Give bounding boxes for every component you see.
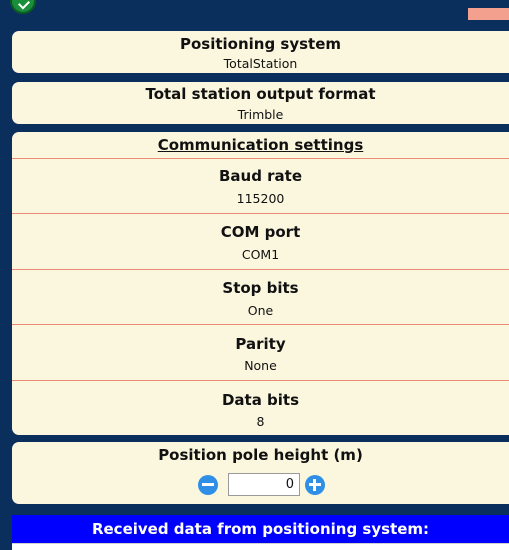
parity-label: Parity — [235, 335, 286, 353]
com-port-value[interactable]: COM1 — [12, 247, 509, 262]
top-bar — [0, 0, 509, 28]
positioning-system-label: Positioning system — [179, 35, 342, 53]
divider — [12, 269, 509, 270]
pole-height-input[interactable]: 0 — [228, 473, 300, 496]
divider — [12, 213, 509, 214]
baud-rate-label: Baud rate — [218, 167, 303, 185]
minus-icon — [202, 483, 214, 486]
positioning-system-value: TotalStation — [223, 56, 298, 71]
stop-bits-label: Stop bits — [222, 279, 299, 297]
plus-icon-vertical — [313, 479, 316, 491]
output-format-label: Total station output format — [145, 85, 376, 103]
divider — [12, 324, 509, 325]
pole-height-card: Position pole height (m) 0 — [12, 442, 509, 504]
divider — [12, 158, 509, 159]
communication-settings-title: Communication settings — [157, 136, 364, 154]
pole-height-label: Position pole height (m) — [158, 446, 363, 464]
divider — [12, 380, 509, 381]
data-bits-value[interactable]: 8 — [12, 414, 509, 429]
increment-button[interactable] — [305, 475, 325, 495]
data-bits-label: Data bits — [221, 391, 300, 409]
stop-bits-value[interactable]: One — [12, 303, 509, 318]
received-data-area[interactable] — [12, 543, 509, 550]
decrement-button[interactable] — [198, 475, 218, 495]
communication-settings-card: Communication settings Baud rate 115200 … — [12, 132, 509, 435]
title-accent — [468, 8, 509, 20]
output-format-card[interactable]: Total station output format Trimble — [12, 82, 509, 124]
com-port-label: COM port — [220, 223, 301, 241]
output-format-value: Trimble — [237, 107, 284, 122]
parity-value[interactable]: None — [12, 358, 509, 373]
received-data-header: Received data from positioning system: — [12, 515, 509, 543]
back-button[interactable] — [10, 0, 36, 14]
positioning-system-card[interactable]: Positioning system TotalStation — [12, 31, 509, 73]
baud-rate-value[interactable]: 115200 — [12, 191, 509, 206]
